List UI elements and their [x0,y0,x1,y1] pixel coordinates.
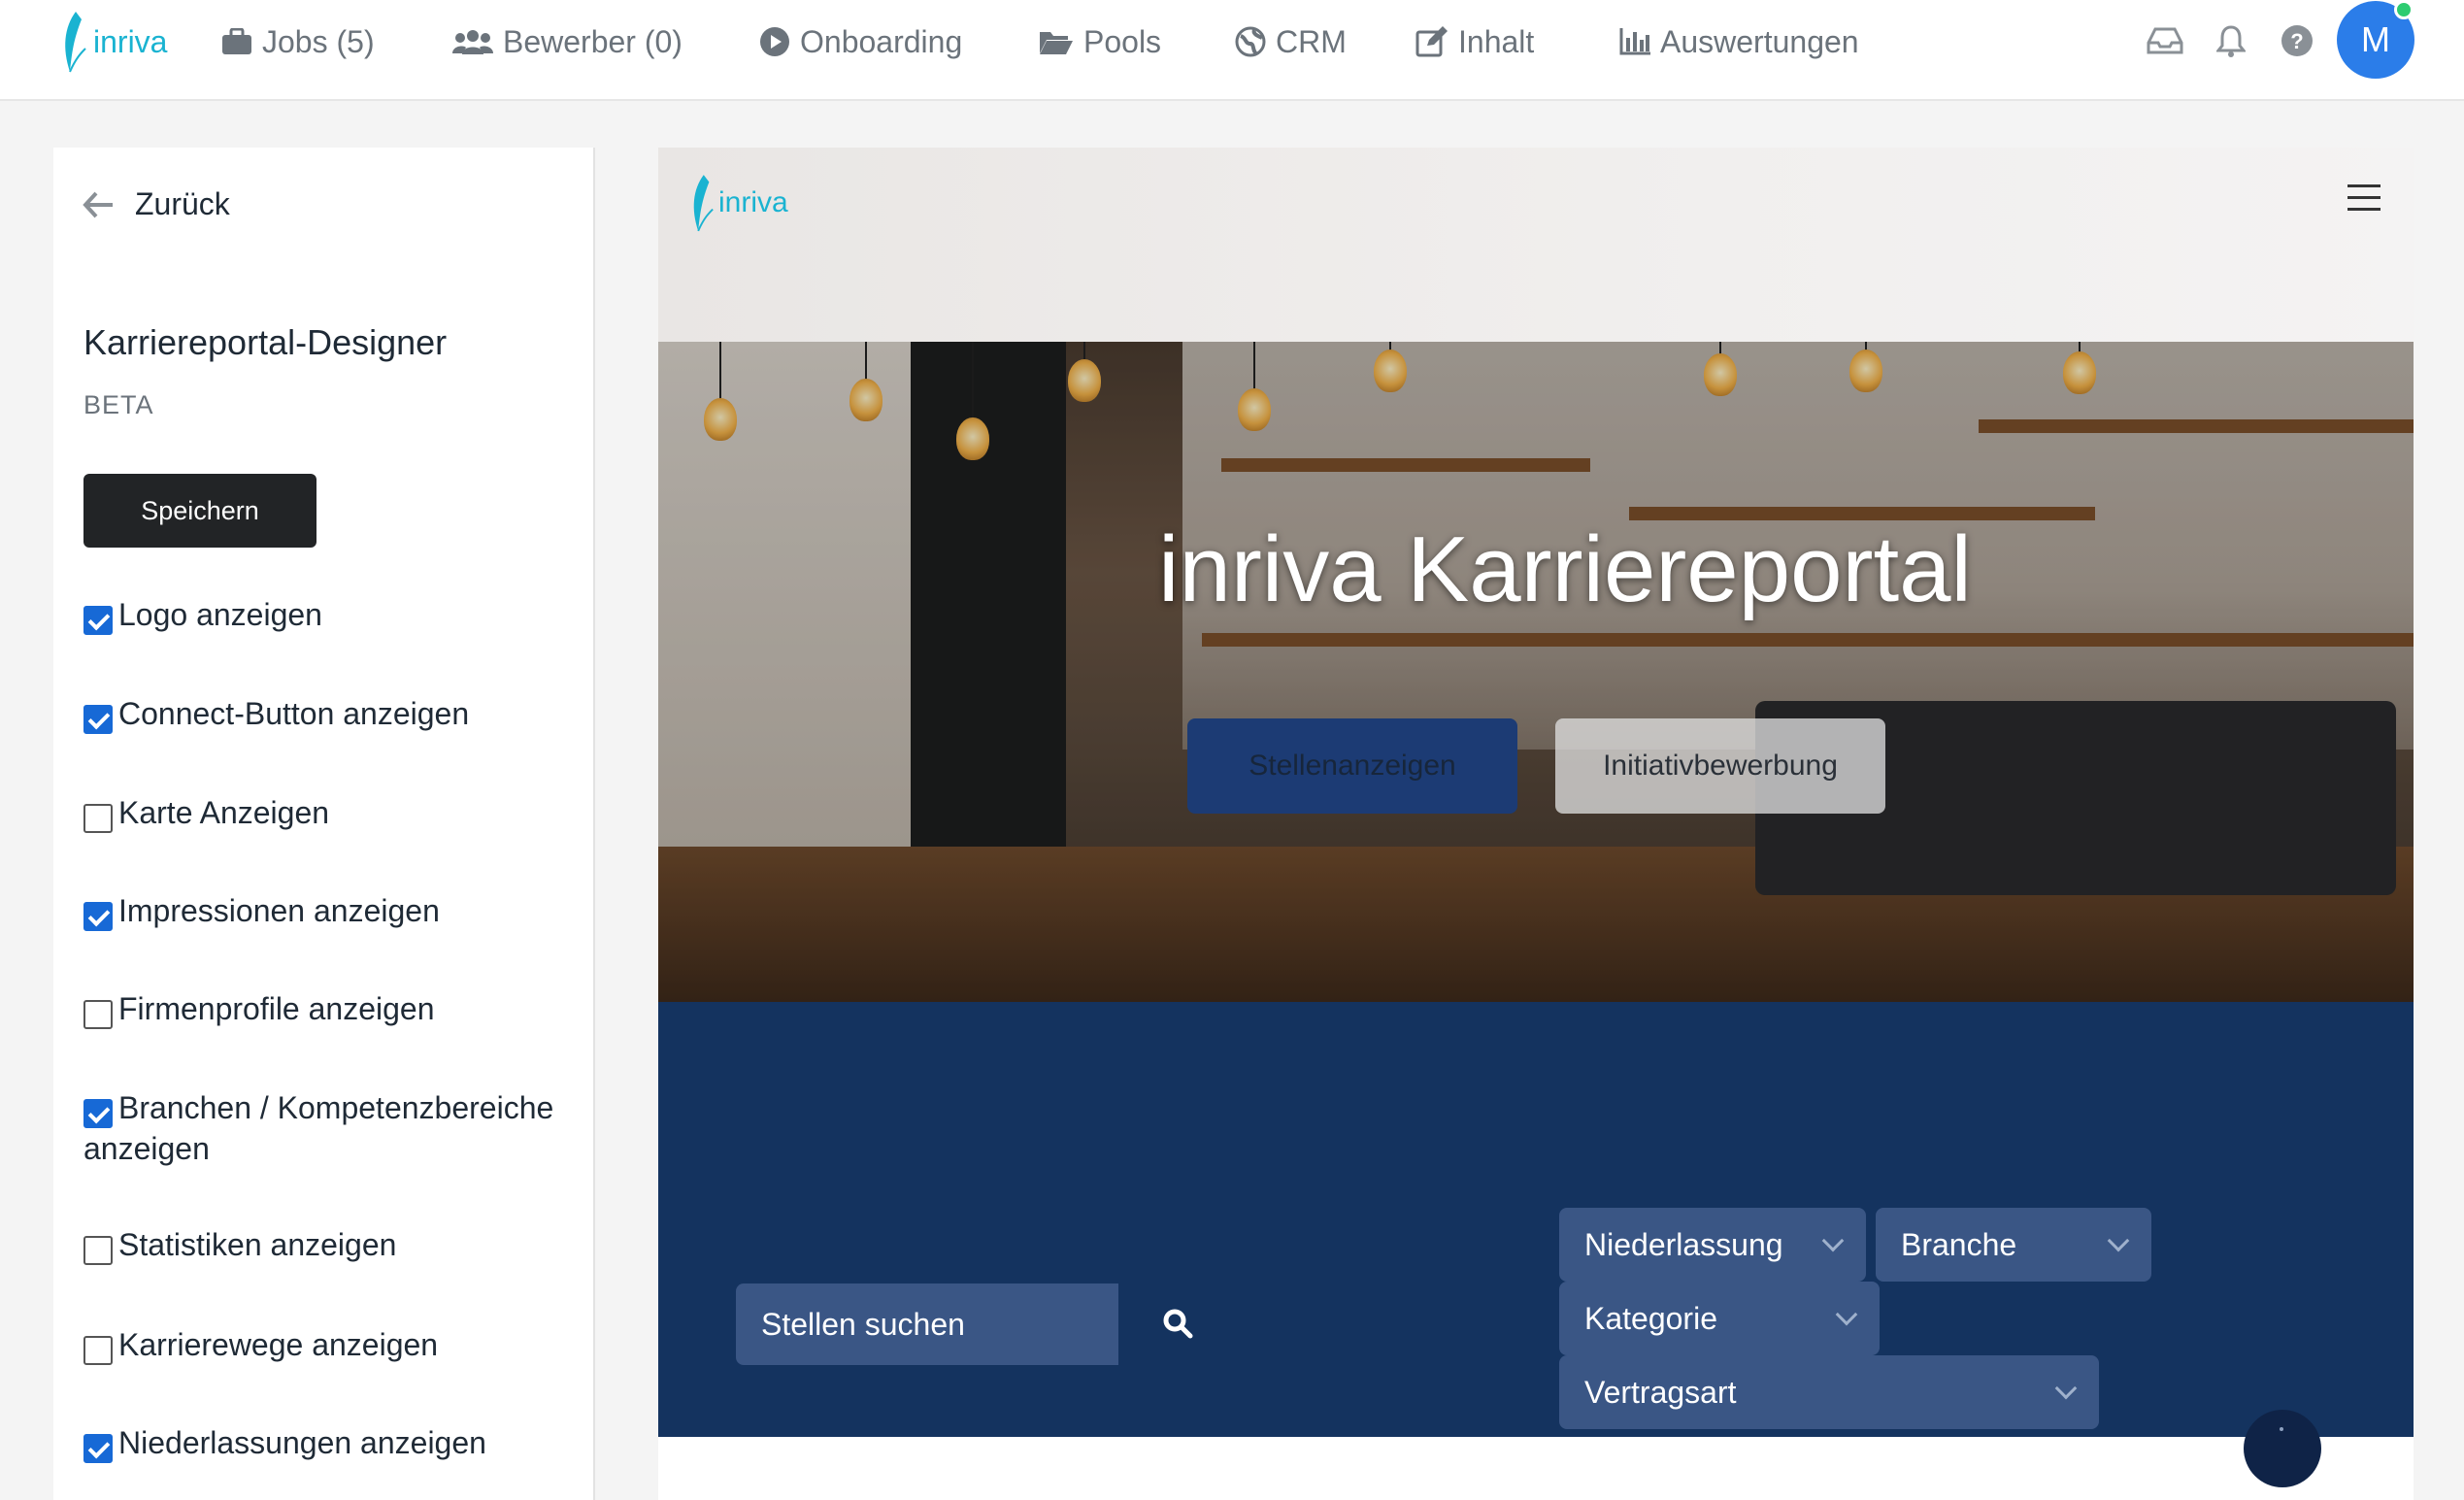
globe-icon [1235,26,1266,57]
users-icon [452,30,493,54]
nav-content-label: Inhalt [1458,23,1535,59]
option-statistics-checkbox[interactable] [83,1236,113,1265]
option-company-profiles-label: Firmenprofile anzeigen [118,991,435,1026]
category-filter-label: Kategorie [1584,1300,1717,1336]
chevron-down-icon [1821,1229,1845,1252]
nav-crm[interactable]: CRM [1235,17,1347,66]
play-circle-icon [760,27,789,56]
save-button[interactable]: Speichern [83,474,316,548]
option-company-profiles-checkbox[interactable] [83,1000,113,1029]
option-branches-label: Niederlassungen anzeigen [118,1425,486,1460]
career-portal-preview: inriva inriva Karriereportal Stellenanze… [658,148,2414,1500]
nav-pools[interactable]: Pools [1039,17,1161,66]
option-career-paths-checkbox[interactable] [83,1336,113,1365]
search-icon[interactable] [1153,1299,1202,1348]
location-filter-dropdown[interactable]: Niederlassung [1559,1208,1866,1282]
folder-open-icon [1040,32,1073,54]
nav-crm-label: CRM [1276,23,1347,59]
option-map-checkbox[interactable] [83,804,113,833]
back-link[interactable]: Zurück [83,186,230,222]
chevron-down-icon [1835,1303,1858,1326]
industry-filter-dropdown[interactable]: Branche [1876,1208,2151,1282]
designer-sidebar: Zurück Karriereportal-Designer BETA Spei… [53,148,595,1500]
industry-filter-label: Branche [1901,1226,2017,1262]
brand-text: inriva [93,23,168,59]
option-industries[interactable]: Branchen / Kompetenzbereiche anzeigen [83,1087,588,1169]
scroll-up-button[interactable] [2244,1410,2321,1487]
option-career-paths[interactable]: Karrierewege anzeigen [83,1324,588,1365]
option-logo-label: Logo anzeigen [118,597,322,632]
search-section: Niederlassung Branche Kategorie Vertrags… [658,1002,2414,1437]
top-navigation: inriva Jobs (5) Bewerber (0) Onboarding … [0,0,2464,101]
svg-text:?: ? [2290,29,2303,53]
nav-content[interactable]: Inhalt [1415,17,1534,66]
help-icon[interactable]: ? [2278,21,2316,60]
job-search-input[interactable] [736,1283,1118,1365]
hamburger-menu-icon[interactable] [2347,184,2381,219]
option-logo[interactable]: Logo anzeigen [83,594,588,635]
preview-logo[interactable]: inriva [687,169,788,237]
option-industries-label: Branchen / Kompetenzbereiche anzeigen [83,1090,554,1166]
option-map[interactable]: Karte Anzeigen [83,792,588,833]
option-branches[interactable]: Niederlassungen anzeigen [83,1422,588,1463]
nav-applicants-label: Bewerber (0) [503,23,683,59]
option-impressions-label: Impressionen anzeigen [118,893,440,928]
option-industries-checkbox[interactable] [83,1099,113,1128]
arrow-left-icon [83,191,113,217]
job-ads-button[interactable]: Stellenanzeigen [1187,718,1517,814]
brand-logo[interactable]: inriva [58,8,167,76]
option-connect-button-label: Connect-Button anzeigen [118,696,470,731]
option-impressions-checkbox[interactable] [83,902,113,931]
option-impressions[interactable]: Impressionen anzeigen [83,890,588,931]
option-connect-button[interactable]: Connect-Button anzeigen [83,693,588,734]
option-career-paths-label: Karrierewege anzeigen [118,1327,439,1362]
inbox-icon[interactable] [2146,21,2184,60]
inriva-leaf-icon [65,12,86,73]
hero-image: inriva Karriereportal Stellenanzeigen In… [658,342,2414,1002]
chevron-down-icon [2107,1229,2130,1252]
chevron-down-icon [2054,1377,2078,1400]
nav-reports[interactable]: Auswertungen [1619,17,1859,66]
online-status-dot [2394,0,2414,19]
contract-type-filter-label: Vertragsart [1584,1374,1737,1410]
location-filter-label: Niederlassung [1584,1226,1783,1262]
bell-icon[interactable] [2212,21,2250,60]
option-branches-checkbox[interactable] [83,1434,113,1463]
option-statistics[interactable]: Statistiken anzeigen [83,1224,588,1265]
designer-title: Karriereportal-Designer [83,322,448,362]
nav-pools-label: Pools [1083,23,1162,59]
nav-reports-label: Auswertungen [1660,23,1859,59]
option-statistics-label: Statistiken anzeigen [118,1227,397,1262]
briefcase-icon [222,28,251,54]
inriva-leaf-icon [693,175,714,232]
initiative-application-button[interactable]: Initiativbewerbung [1555,718,1885,814]
nav-applicants[interactable]: Bewerber (0) [452,17,683,66]
option-company-profiles[interactable]: Firmenprofile anzeigen [83,988,588,1029]
nav-jobs[interactable]: Jobs (5) [221,17,375,66]
edit-icon [1415,26,1448,57]
hero-title: inriva Karriereportal [1158,517,1972,621]
beta-badge: BETA [83,390,154,419]
back-label: Zurück [135,186,230,221]
nav-onboarding-label: Onboarding [800,23,963,59]
nav-onboarding[interactable]: Onboarding [759,17,962,66]
option-map-label: Karte Anzeigen [118,795,330,830]
option-logo-checkbox[interactable] [83,606,113,635]
nav-jobs-label: Jobs (5) [262,23,375,59]
preview-header: inriva [658,148,2414,342]
preview-logo-text: inriva [718,186,788,218]
option-connect-button-checkbox[interactable] [83,705,113,734]
category-filter-dropdown[interactable]: Kategorie [1559,1282,1880,1355]
contract-type-filter-dropdown[interactable]: Vertragsart [1559,1355,2099,1429]
bar-chart-icon [1619,28,1650,55]
